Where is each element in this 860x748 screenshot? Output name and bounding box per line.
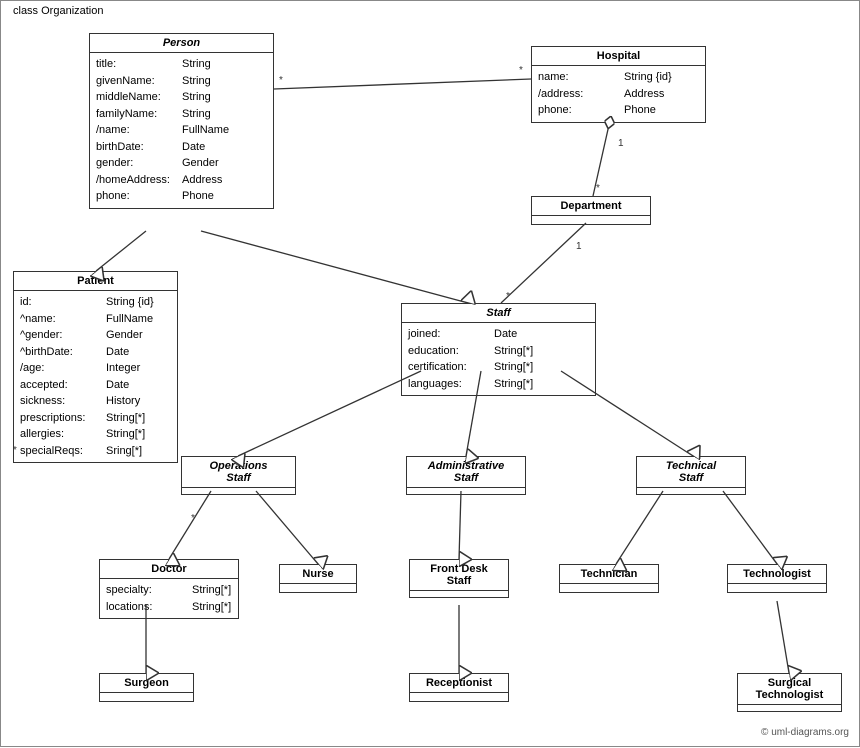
class-department: Department xyxy=(531,196,651,225)
class-staff: Staff joined:Date education:String[*] ce… xyxy=(401,303,596,396)
class-surgeon: Surgeon xyxy=(99,673,194,702)
svg-text:1: 1 xyxy=(576,241,582,252)
patient-body: id:String {id} ^name:FullName ^gender:Ge… xyxy=(14,291,177,462)
front-desk-staff-body xyxy=(410,591,508,597)
class-administrative-staff: AdministrativeStaff xyxy=(406,456,526,495)
department-body xyxy=(532,216,650,224)
class-technician: Technician xyxy=(559,564,659,593)
staff-body: joined:Date education:String[*] certific… xyxy=(402,323,595,395)
class-front-desk-staff: Front DeskStaff xyxy=(409,559,509,598)
doctor-body: specialty:String[*] locations:String[*] xyxy=(100,579,238,618)
class-person: Person title:String givenName:String mid… xyxy=(89,33,274,209)
department-header: Department xyxy=(532,197,650,216)
class-technologist: Technologist xyxy=(727,564,827,593)
svg-text:1: 1 xyxy=(618,138,624,149)
svg-text:*: * xyxy=(191,513,195,524)
hospital-body: name:String {id} /address:Address phone:… xyxy=(532,66,705,122)
technician-body xyxy=(560,584,658,592)
administrative-staff-header: AdministrativeStaff xyxy=(407,457,525,488)
receptionist-header: Receptionist xyxy=(410,674,508,693)
technologist-header: Technologist xyxy=(728,565,826,584)
receptionist-body xyxy=(410,693,508,701)
nurse-body xyxy=(280,584,356,592)
class-technical-staff: TechnicalStaff xyxy=(636,456,746,495)
surgical-technologist-body xyxy=(738,705,841,711)
svg-text:*: * xyxy=(519,65,523,76)
doctor-header: Doctor xyxy=(100,560,238,579)
technical-staff-header: TechnicalStaff xyxy=(637,457,745,488)
class-doctor: Doctor specialty:String[*] locations:Str… xyxy=(99,559,239,619)
front-desk-staff-header: Front DeskStaff xyxy=(410,560,508,591)
hospital-header: Hospital xyxy=(532,47,705,66)
technical-staff-body xyxy=(637,488,745,494)
technologist-body xyxy=(728,584,826,592)
svg-text:*: * xyxy=(596,183,600,194)
technician-header: Technician xyxy=(560,565,658,584)
operations-staff-header: OperationsStaff xyxy=(182,457,295,488)
operations-staff-body xyxy=(182,488,295,494)
diagram-container: class Organization Person title:String g… xyxy=(0,0,860,747)
surgical-technologist-header: SurgicalTechnologist xyxy=(738,674,841,705)
surgeon-body xyxy=(100,693,193,701)
class-surgical-technologist: SurgicalTechnologist xyxy=(737,673,842,712)
svg-text:*: * xyxy=(279,75,283,86)
administrative-staff-body xyxy=(407,488,525,494)
class-hospital: Hospital name:String {id} /address:Addre… xyxy=(531,46,706,123)
patient-header: Patient xyxy=(14,272,177,291)
class-patient: Patient id:String {id} ^name:FullName ^g… xyxy=(13,271,178,463)
class-receptionist: Receptionist xyxy=(409,673,509,702)
svg-text:*: * xyxy=(506,291,510,302)
class-operations-staff: OperationsStaff xyxy=(181,456,296,495)
copyright-text: © uml-diagrams.org xyxy=(761,727,849,738)
person-header: Person xyxy=(90,34,273,53)
diagram-title: class Organization xyxy=(9,5,108,17)
class-nurse: Nurse xyxy=(279,564,357,593)
surgeon-header: Surgeon xyxy=(100,674,193,693)
staff-header: Staff xyxy=(402,304,595,323)
person-body: title:String givenName:String middleName… xyxy=(90,53,273,208)
nurse-header: Nurse xyxy=(280,565,356,584)
